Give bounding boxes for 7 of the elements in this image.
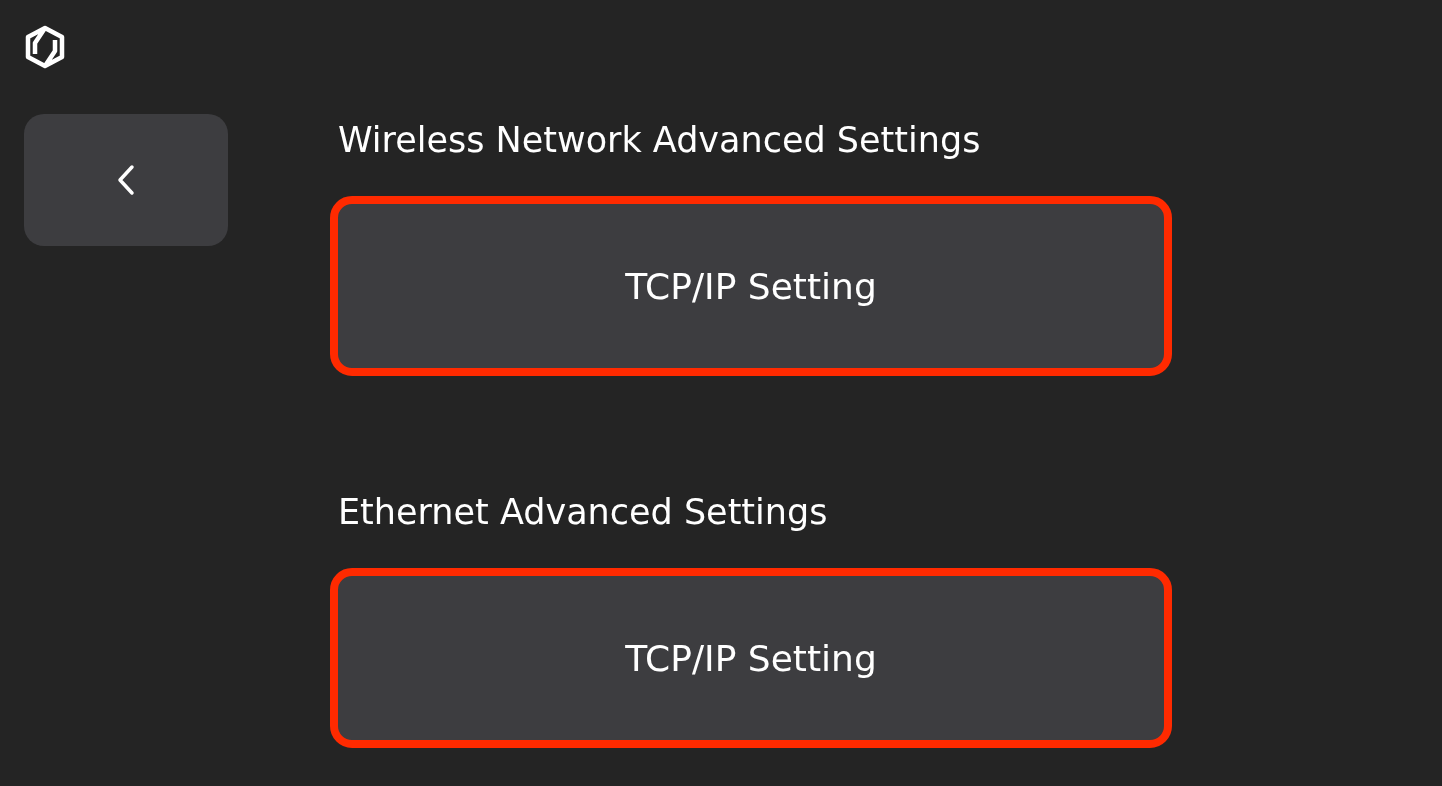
tcp-ip-setting-button[interactable]: TCP/IP Setting — [330, 196, 1172, 376]
section-heading: Ethernet Advanced Settings — [338, 491, 829, 534]
tcp-ip-setting-button[interactable]: TCP/IP Setting — [330, 568, 1172, 748]
chevron-left-icon — [115, 164, 137, 196]
back-button[interactable] — [24, 114, 228, 246]
section-heading: Wireless Network Advanced Settings — [338, 119, 982, 162]
logo-icon — [24, 24, 66, 70]
